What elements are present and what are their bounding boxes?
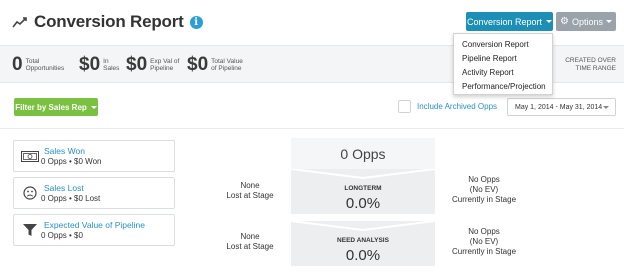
stat-value: 0 — [12, 54, 23, 75]
funnel-icon — [23, 224, 37, 236]
menu-item-pipeline-report[interactable]: Pipeline Report — [454, 52, 552, 66]
card-subtitle: 0 Opps • $0 Won — [41, 157, 102, 166]
options-button[interactable]: ⚙ Options — [556, 12, 616, 31]
stat-label: In Sales — [103, 57, 120, 73]
date-range-value: May 1, 2014 - May 31, 2014 — [515, 103, 603, 111]
chevron-down-icon — [606, 20, 612, 23]
card-title[interactable]: Expected Value of Pipeline — [44, 220, 145, 230]
card-sales-won[interactable]: Sales Won 0 Opps • $0 Won — [13, 140, 175, 172]
filter-button-label: Filter by Sales Rep — [15, 102, 87, 112]
menu-item-performance-projection[interactable]: Performance/Projection — [454, 80, 552, 94]
include-archived-label[interactable]: Include Archived Opps — [417, 102, 497, 111]
stat-value: $0 — [187, 54, 209, 75]
report-dropdown-menu: Conversion Report Pipeline Report Activi… — [453, 33, 553, 95]
stat-label: Total Value of Pipeline — [211, 57, 243, 73]
stat-exp-val-pipeline: $0 Exp Val of Pipeline — [126, 54, 179, 76]
created-over-time-range: CREATED OVER TIME RANGE — [565, 57, 616, 72]
lost-at-stage-label: None Lost at Stage — [226, 181, 274, 200]
funnel-stage-longterm: LONGTERM 0.0% — [291, 169, 435, 214]
menu-item-activity-report[interactable]: Activity Report — [454, 66, 552, 80]
funnel-stage-need-analysis: NEED ANALYSIS 0.0% — [291, 221, 435, 266]
stat-value: $0 — [79, 54, 101, 75]
card-subtitle: 0 Opps • $0 — [41, 231, 83, 240]
chevron-down-icon — [603, 106, 609, 109]
page-title: Conversion Report — [34, 12, 184, 31]
report-selector-button[interactable]: Conversion Report — [466, 12, 553, 31]
chevron-down-icon — [90, 105, 97, 109]
card-expected-value-pipeline[interactable]: Expected Value of Pipeline 0 Opps • $0 — [13, 214, 175, 246]
sad-face-icon — [23, 186, 37, 200]
stage-name: LONGTERM — [344, 185, 382, 192]
card-title[interactable]: Sales Lost — [44, 183, 84, 193]
stage-percent: 0.0% — [345, 247, 381, 264]
options-label: Options — [571, 16, 603, 27]
include-archived-toggle[interactable]: Include Archived Opps — [398, 100, 497, 113]
gear-icon: ⚙ — [560, 16, 569, 27]
current-in-stage-label: No Opps (No EV) Currently in Stage — [451, 227, 517, 256]
stat-label: Exp Val of Pipeline — [150, 57, 180, 73]
stage-percent: 0.0% — [345, 195, 381, 212]
title-group: Conversion Report i — [12, 12, 203, 32]
lost-at-stage-label: None Lost at Stage — [226, 232, 274, 251]
section-divider — [0, 128, 624, 129]
stat-value: $0 — [126, 54, 148, 75]
menu-item-conversion-report[interactable]: Conversion Report — [454, 38, 552, 52]
trend-line-icon — [12, 17, 27, 28]
card-title[interactable]: Sales Won — [44, 146, 85, 156]
date-range-select[interactable]: May 1, 2014 - May 31, 2014 — [507, 98, 616, 116]
funnel-header: 0 Opps — [291, 138, 435, 169]
filter-by-sales-rep-button[interactable]: Filter by Sales Rep — [14, 98, 98, 116]
chevron-down-icon — [546, 20, 553, 23]
stat-in-sales: $0 In Sales — [79, 54, 119, 76]
stat-total-value-pipeline: $0 Total Value of Pipeline — [187, 54, 243, 76]
stat-total-opportunities: 0 Total Opportunities — [12, 54, 64, 76]
info-icon[interactable]: i — [189, 15, 203, 29]
card-subtitle: 0 Opps • $0 Lost — [41, 194, 101, 203]
include-archived-checkbox[interactable] — [398, 100, 411, 113]
card-sales-lost[interactable]: Sales Lost 0 Opps • $0 Lost — [13, 177, 175, 209]
report-selector-label: Conversion Report — [466, 16, 543, 27]
stat-label: Total Opportunities — [25, 57, 65, 73]
stage-name: NEED ANALYSIS — [337, 237, 389, 244]
money-icon — [21, 151, 39, 162]
current-in-stage-label: No Opps (No EV) Currently in Stage — [451, 175, 517, 204]
